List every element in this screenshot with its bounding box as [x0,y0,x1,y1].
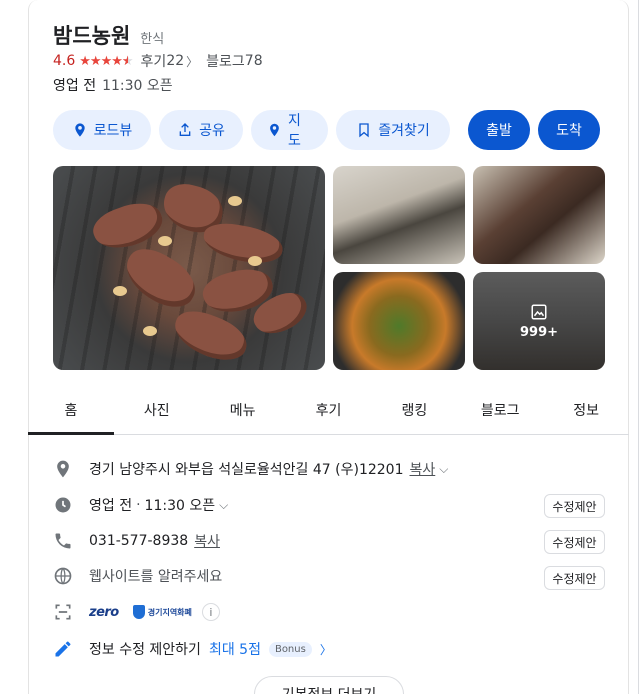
phone-row: 031-577-8938 복사 [53,531,220,551]
hours-separator: · [136,497,141,513]
arrive-label: 도착 [556,123,582,139]
bonus-badge: Bonus [268,641,312,657]
map-button[interactable]: 지도 [251,110,328,150]
arrive-button[interactable]: 도착 [538,110,600,150]
half-star-icon: ★ [122,54,134,69]
save-label: 즐겨찾기 [378,123,430,139]
pencil-icon [53,639,73,659]
hours-status: 영업 전 [53,78,97,94]
gallery-icon [531,304,547,319]
info-icon[interactable]: i [201,603,220,621]
rating-row: 4.6 ★★★★★ 후기 22 〉 블로그 78 [53,51,263,71]
photo-table-setting[interactable] [333,166,465,264]
gg-currency-text: 경기지역화폐 [147,607,192,617]
chevron-right-icon[interactable]: 〉 [320,641,332,658]
chevron-down-icon[interactable]: ⌵ [439,462,448,477]
more-photos-count: 999+ [519,324,559,340]
rating-value: 4.6 [53,53,76,69]
photo-main[interactable] [53,166,325,370]
hours-summary: 영업 전 11:30 오픈 [53,75,173,95]
more-photos-overlay[interactable]: 999+ [473,272,605,370]
suggest-edit-hours-button[interactable]: 수정제안 [544,494,605,518]
chevron-right-icon[interactable]: 〉 [186,53,198,70]
address-text: 경기 남양주시 와부읍 석실로율석안길 47 (우)12201 [89,462,404,478]
globe-icon [53,566,73,586]
copy-address-link[interactable]: 복사 [410,459,436,479]
share-icon [179,123,191,136]
review-count[interactable]: 22 [166,53,184,69]
photo-stew[interactable] [333,272,465,370]
blog-label[interactable]: 블로그 [206,51,245,71]
place-title: 밤드농원 [53,24,131,48]
more-basic-info-button[interactable]: 기본정보 더보기 [254,676,404,694]
suggest-edit-phone-button[interactable]: 수정제안 [544,530,605,554]
phone-icon [53,531,73,551]
payment-row: zero 경기지역화폐 i [53,602,220,622]
star-rating: ★★★★★ [79,54,134,69]
website-row: 웹사이트를 알려주세요 [53,566,222,586]
scrollbar-edge[interactable] [638,0,642,694]
depart-button[interactable]: 출발 [468,110,530,150]
copy-phone-link[interactable]: 복사 [194,531,220,551]
hours-row: 영업 전 · 11:30 오픈 ⌵ [53,495,228,515]
tab-info[interactable]: 정보 [543,390,629,434]
phone-number[interactable]: 031-577-8938 [89,533,188,549]
tab-menu[interactable]: 메뉴 [200,390,286,434]
tab-ranking[interactable]: 랭킹 [371,390,457,434]
save-button[interactable]: 즐겨찾기 [336,110,450,150]
max-points: 최대 5점 [208,642,261,658]
place-category: 한식 [140,32,165,47]
share-button[interactable]: 공유 [159,110,243,150]
roadview-pin-icon [75,123,85,137]
gg-currency-logo: 경기지역화폐 [132,605,192,619]
blog-count[interactable]: 78 [245,53,263,69]
photo-grilled-meat[interactable] [473,166,605,264]
title-row: 밤드농원 한식 [53,20,164,50]
tab-bar: 홈 사진 메뉴 후기 랭킹 블로그 정보 [28,390,629,435]
location-pin-icon [53,459,73,479]
tab-photos[interactable]: 사진 [114,390,200,434]
scan-icon [53,602,73,622]
hours-status-detail: 영업 전 [89,498,133,514]
review-label[interactable]: 후기 [141,51,167,71]
roadview-button[interactable]: 로드뷰 [53,110,151,150]
action-bar: 로드뷰 공유 지도 즐겨찾기 출발 도착 [53,110,600,150]
clock-icon [53,495,73,515]
hours-chevron-down-icon[interactable]: ⌵ [219,498,228,513]
map-pin-icon [270,123,279,137]
hours-open-time[interactable]: 11:30 오픈 [145,495,216,515]
map-label: 지도 [287,113,301,149]
edit-prompt[interactable]: 정보 수정 제안하기 [89,639,201,659]
website-prompt: 웹사이트를 알려주세요 [89,569,223,585]
bookmark-icon [359,123,369,138]
address-row: 경기 남양주시 와부읍 석실로율석안길 47 (우)12201 복사 ⌵ [53,459,448,479]
photo-grid: 999+ [53,166,605,370]
share-label: 공유 [199,123,225,139]
suggest-edit-website-button[interactable]: 수정제안 [544,566,605,590]
zeropay-logo: zero [89,604,119,620]
gg-badge-icon [132,605,145,619]
depart-label: 출발 [486,123,512,139]
roadview-label: 로드뷰 [93,123,133,139]
tab-reviews[interactable]: 후기 [286,390,372,434]
hours-detail: 11:30 오픈 [102,78,173,94]
edit-suggest-row[interactable]: 정보 수정 제안하기 최대 5점 Bonus 〉 [53,639,332,659]
tab-blog[interactable]: 블로그 [457,390,543,434]
tab-home[interactable]: 홈 [28,390,114,435]
